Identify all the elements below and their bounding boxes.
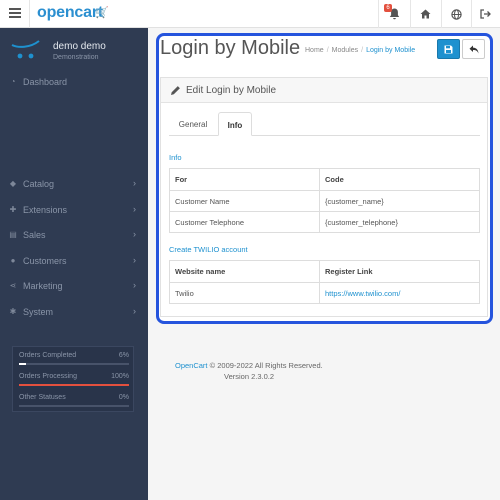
- user-icon: ●: [10, 256, 16, 265]
- stat-label: Orders Completed: [19, 352, 77, 359]
- sidebar-item-label: Catalog: [23, 179, 55, 189]
- floppy-disk-icon: [444, 45, 453, 53]
- puzzle-icon: ✚: [9, 205, 17, 214]
- header-divider: [471, 0, 472, 28]
- sidebar-item-label: Customers: [23, 256, 67, 266]
- breadcrumb-home[interactable]: Home: [305, 47, 324, 54]
- footer-copyright: OpenCart © 2009-2022 All Rights Reserved…: [175, 360, 323, 371]
- table-row: Customer Telephone {customer_telephone}: [169, 211, 480, 233]
- opencart-link[interactable]: OpenCart: [175, 361, 208, 370]
- sidebar-item-label: Sales: [23, 230, 46, 240]
- globe-icon[interactable]: [446, 4, 466, 24]
- sidebar: demo demo Demonstration ◔ Dashboard ◆ Ca…: [0, 28, 148, 500]
- stat-progress-bar: [19, 363, 129, 365]
- cart-icon: ▤: [9, 230, 17, 239]
- opencart-logo[interactable]: opencart: [37, 4, 103, 22]
- pencil-icon: [171, 86, 180, 95]
- stat-value: 100%: [111, 373, 129, 380]
- menu-icon[interactable]: [9, 8, 21, 19]
- twilio-table: Website name Register Link Twilio https:…: [169, 260, 480, 304]
- breadcrumb-current[interactable]: Login by Mobile: [366, 47, 415, 54]
- stat-value: 0%: [118, 394, 129, 401]
- cart-logo-icon: 🛒: [95, 7, 109, 19]
- sidebar-item-system[interactable]: ✱ System ›: [0, 302, 148, 324]
- chevron-right-icon: ›: [133, 178, 136, 188]
- sidebar-item-label: System: [23, 307, 54, 317]
- panel-title: Edit Login by Mobile: [186, 85, 277, 96]
- sidebar-item-sales[interactable]: ▤ Sales ›: [0, 225, 148, 247]
- stat-progress-fill: [19, 384, 129, 386]
- breadcrumb-modules[interactable]: Modules: [332, 47, 358, 54]
- chevron-right-icon: ›: [133, 204, 136, 214]
- dashboard-icon: ◔: [10, 77, 16, 86]
- copyright-text: © 2009-2022 All Rights Reserved.: [207, 361, 323, 370]
- sidebar-item-label: Extensions: [23, 205, 68, 215]
- notification-badge: 6: [384, 4, 392, 12]
- twilio-register-link[interactable]: https://www.twilio.com/: [319, 282, 480, 304]
- sidebar-item-customers[interactable]: ● Customers ›: [0, 251, 148, 273]
- save-button[interactable]: [437, 39, 460, 59]
- stat-progress-fill: [19, 363, 26, 365]
- column-header-website-name: Website name: [169, 260, 320, 283]
- opencart-cart-icon: [11, 40, 40, 59]
- stat-progress-bar: [19, 405, 129, 407]
- breadcrumb-separator: /: [361, 47, 364, 54]
- header-divider: [29, 0, 30, 28]
- profile-name: demo demo: [53, 41, 106, 52]
- profile-role: Demonstration: [53, 54, 99, 61]
- header-divider: [410, 0, 411, 28]
- tab-general[interactable]: General: [169, 112, 217, 136]
- tab-info[interactable]: Info: [218, 112, 252, 136]
- sidebar-item-catalog[interactable]: ◆ Catalog ›: [0, 174, 148, 196]
- reply-icon: [469, 45, 478, 53]
- chevron-right-icon: ›: [133, 306, 136, 316]
- table-cell: {customer_name}: [319, 190, 480, 212]
- chevron-right-icon: ›: [133, 229, 136, 239]
- footer-version: Version 2.3.0.2: [224, 372, 275, 381]
- table-cell: Twilio: [169, 282, 320, 304]
- top-header: opencart 🛒 6: [0, 0, 500, 28]
- table-row: Customer Name {customer_name}: [169, 190, 480, 212]
- table-cell: {customer_telephone}: [319, 211, 480, 233]
- table-row: Twilio https://www.twilio.com/: [169, 282, 480, 304]
- table-cell: Customer Telephone: [169, 211, 320, 233]
- info-section-title: Info: [169, 153, 182, 162]
- column-header-for: For: [169, 168, 320, 191]
- user-profile[interactable]: demo demo Demonstration: [0, 28, 148, 68]
- header-divider: [441, 0, 442, 28]
- table-cell: Customer Name: [169, 190, 320, 212]
- column-header-code: Code: [319, 168, 480, 191]
- page-title: Login by Mobile: [160, 37, 301, 59]
- header-divider: [378, 0, 379, 28]
- logout-icon[interactable]: [475, 4, 495, 24]
- stat-progress-bar: [19, 384, 129, 386]
- cog-icon: ✱: [9, 307, 17, 316]
- table-header-row: Website name Register Link: [169, 260, 480, 283]
- stat-label: Orders Processing: [19, 373, 77, 380]
- breadcrumb-separator: /: [326, 47, 329, 54]
- stat-label: Other Statuses: [19, 394, 66, 401]
- table-header-row: For Code: [169, 168, 480, 191]
- home-icon[interactable]: [415, 4, 435, 24]
- back-button[interactable]: [462, 39, 485, 59]
- sidebar-item-label: Marketing: [23, 281, 63, 291]
- share-icon: ⋖: [9, 281, 17, 290]
- stat-value: 6%: [118, 352, 129, 359]
- sidebar-item-marketing[interactable]: ⋖ Marketing ›: [0, 276, 148, 298]
- sidebar-item-dashboard[interactable]: ◔ Dashboard: [0, 72, 148, 94]
- breadcrumb: Home / Modules / Login by Mobile: [305, 47, 415, 54]
- panel-heading: Edit Login by Mobile: [161, 78, 487, 103]
- twilio-section-title[interactable]: Create TWILIO account: [169, 245, 248, 254]
- tag-icon: ◆: [9, 179, 17, 188]
- column-header-register-link: Register Link: [319, 260, 480, 283]
- chevron-right-icon: ›: [133, 280, 136, 290]
- order-stats-panel: Orders Completed 6% Orders Processing 10…: [12, 346, 134, 412]
- info-table: For Code Customer Name {customer_name} C…: [169, 168, 480, 233]
- sidebar-item-label: Dashboard: [23, 77, 68, 87]
- sidebar-item-extensions[interactable]: ✚ Extensions ›: [0, 200, 148, 222]
- chevron-right-icon: ›: [133, 255, 136, 265]
